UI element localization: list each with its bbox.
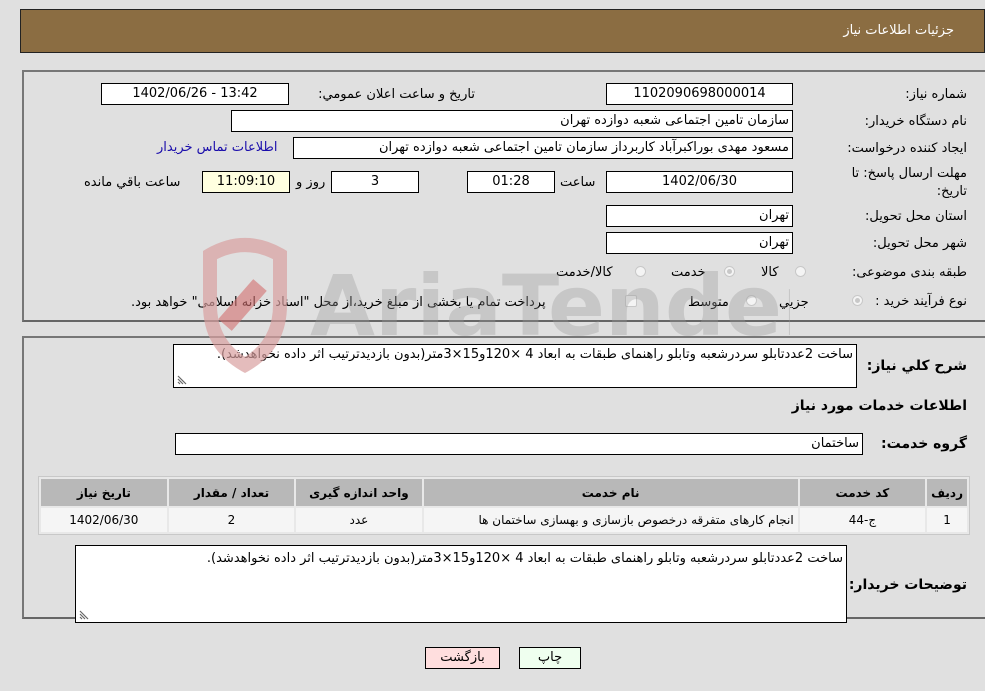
resize-grip-icon[interactable] bbox=[79, 610, 89, 620]
treasury-note: پرداخت تمام یا بخشی از مبلغ خرید،از محل … bbox=[131, 295, 546, 310]
buyer-org-label: نام دستگاه خریدار: bbox=[864, 114, 967, 129]
column-header-service-name: نام خدمت bbox=[423, 479, 798, 506]
time-remaining-label: ساعت باقي مانده bbox=[84, 175, 181, 190]
purchase-type-option-minor: جزیي bbox=[779, 295, 809, 310]
time-remaining-field: 11:09:10 bbox=[202, 171, 290, 193]
category-option-service: خدمت bbox=[671, 265, 706, 280]
cell-need-date: 1402/06/30 bbox=[41, 508, 167, 532]
column-header-service-code: کد خدمت bbox=[799, 479, 926, 506]
province-label: استان محل تحویل: bbox=[865, 209, 967, 224]
days-label: روز و bbox=[296, 175, 326, 190]
items-table-header: ردیف کد خدمت نام خدمت واحد اندازه گیری ت… bbox=[41, 479, 967, 506]
column-header-unit: واحد اندازه گیری bbox=[296, 479, 422, 506]
service-group-field: ساختمان bbox=[175, 433, 863, 455]
category-option-goods: کالا bbox=[761, 265, 779, 280]
announce-datetime-field: 1402/06/26 - 13:42 bbox=[101, 83, 289, 105]
deadline-time-label: ساعت bbox=[560, 175, 596, 190]
purchase-type-radio-minor[interactable] bbox=[852, 295, 863, 306]
category-radio-goods[interactable] bbox=[795, 266, 806, 277]
buyer-notes-label: توضیحات خریدار: bbox=[848, 577, 967, 593]
cell-quantity: 2 bbox=[168, 508, 295, 532]
category-radio-goods-service[interactable] bbox=[635, 266, 646, 277]
service-group-label: گروه خدمت: bbox=[881, 436, 967, 452]
column-header-quantity: تعداد / مقدار bbox=[168, 479, 295, 506]
deadline-date-field: 1402/06/30 bbox=[606, 171, 793, 193]
province-field: تهران bbox=[606, 205, 793, 227]
buyer-org-field: سازمان تامین اجتماعی شعبه دوازده تهران bbox=[231, 110, 793, 132]
page-header: جزئیات اطلاعات نیاز bbox=[20, 9, 985, 53]
services-section-title: اطلاعات خدمات مورد نیاز bbox=[791, 398, 967, 414]
buyer-contact-link[interactable]: اطلاعات تماس خریدار bbox=[157, 140, 277, 155]
description-label: شرح کلي نیاز: bbox=[866, 358, 967, 374]
category-label: طبقه بندی موضوعی: bbox=[851, 265, 967, 280]
need-number-label: شماره نیاز: bbox=[905, 87, 967, 102]
print-button[interactable]: چاپ bbox=[519, 647, 581, 669]
city-label: شهر محل تحویل: bbox=[872, 236, 967, 251]
items-table: ردیف کد خدمت نام خدمت واحد اندازه گیری ت… bbox=[38, 476, 970, 535]
cell-row-number: 1 bbox=[927, 508, 967, 532]
resize-grip-icon[interactable] bbox=[177, 375, 187, 385]
table-row: 1 ج-44 انجام کارهای متفرقه درخصوص بازساز… bbox=[41, 508, 967, 532]
purchase-type-label: نوع فرآیند خرید : bbox=[875, 294, 967, 309]
announce-datetime-label: تاریخ و ساعت اعلان عمومي: bbox=[318, 87, 475, 102]
back-button[interactable]: بازگشت bbox=[425, 647, 500, 669]
requester-field: مسعود مهدی بوراکبرآباد کاربرداز سازمان ت… bbox=[293, 137, 793, 159]
description-textarea[interactable]: ساخت 2عددتابلو سردرشعبه وتابلو راهنمای ط… bbox=[173, 344, 857, 388]
category-option-goods-service: کالا/خدمت bbox=[556, 265, 613, 280]
purchase-type-option-medium: متوسط bbox=[688, 295, 729, 310]
buyer-notes-textarea[interactable]: ساخت 2عددتابلو سردرشعبه وتابلو راهنمای ط… bbox=[75, 545, 847, 623]
cell-service-code: ج-44 bbox=[799, 508, 926, 532]
treasury-checkbox[interactable] bbox=[625, 295, 637, 307]
days-remaining-field: 3 bbox=[331, 171, 419, 193]
city-field: تهران bbox=[606, 232, 793, 254]
deadline-time-field: 01:28 bbox=[467, 171, 555, 193]
column-header-row-number: ردیف bbox=[927, 479, 967, 506]
category-radio-service[interactable] bbox=[724, 266, 735, 277]
cell-service-name: انجام کارهای متفرقه درخصوص بازسازی و بهس… bbox=[423, 508, 798, 532]
requester-label: ایجاد کننده درخواست: bbox=[847, 141, 967, 156]
buyer-notes-text: ساخت 2عددتابلو سردرشعبه وتابلو راهنمای ط… bbox=[206, 551, 843, 566]
page-title: جزئیات اطلاعات نیاز bbox=[843, 23, 954, 38]
column-header-need-date: تاریخ نیاز bbox=[41, 479, 167, 506]
deadline-label: مهلت ارسال پاسخ: تا تاریخ: bbox=[851, 166, 967, 199]
need-number-field: 1102090698000014 bbox=[606, 83, 793, 105]
purchase-type-radio-medium[interactable] bbox=[746, 295, 757, 306]
cell-unit: عدد bbox=[296, 508, 422, 532]
description-text: ساخت 2عددتابلو سردرشعبه وتابلو راهنمای ط… bbox=[216, 347, 853, 362]
